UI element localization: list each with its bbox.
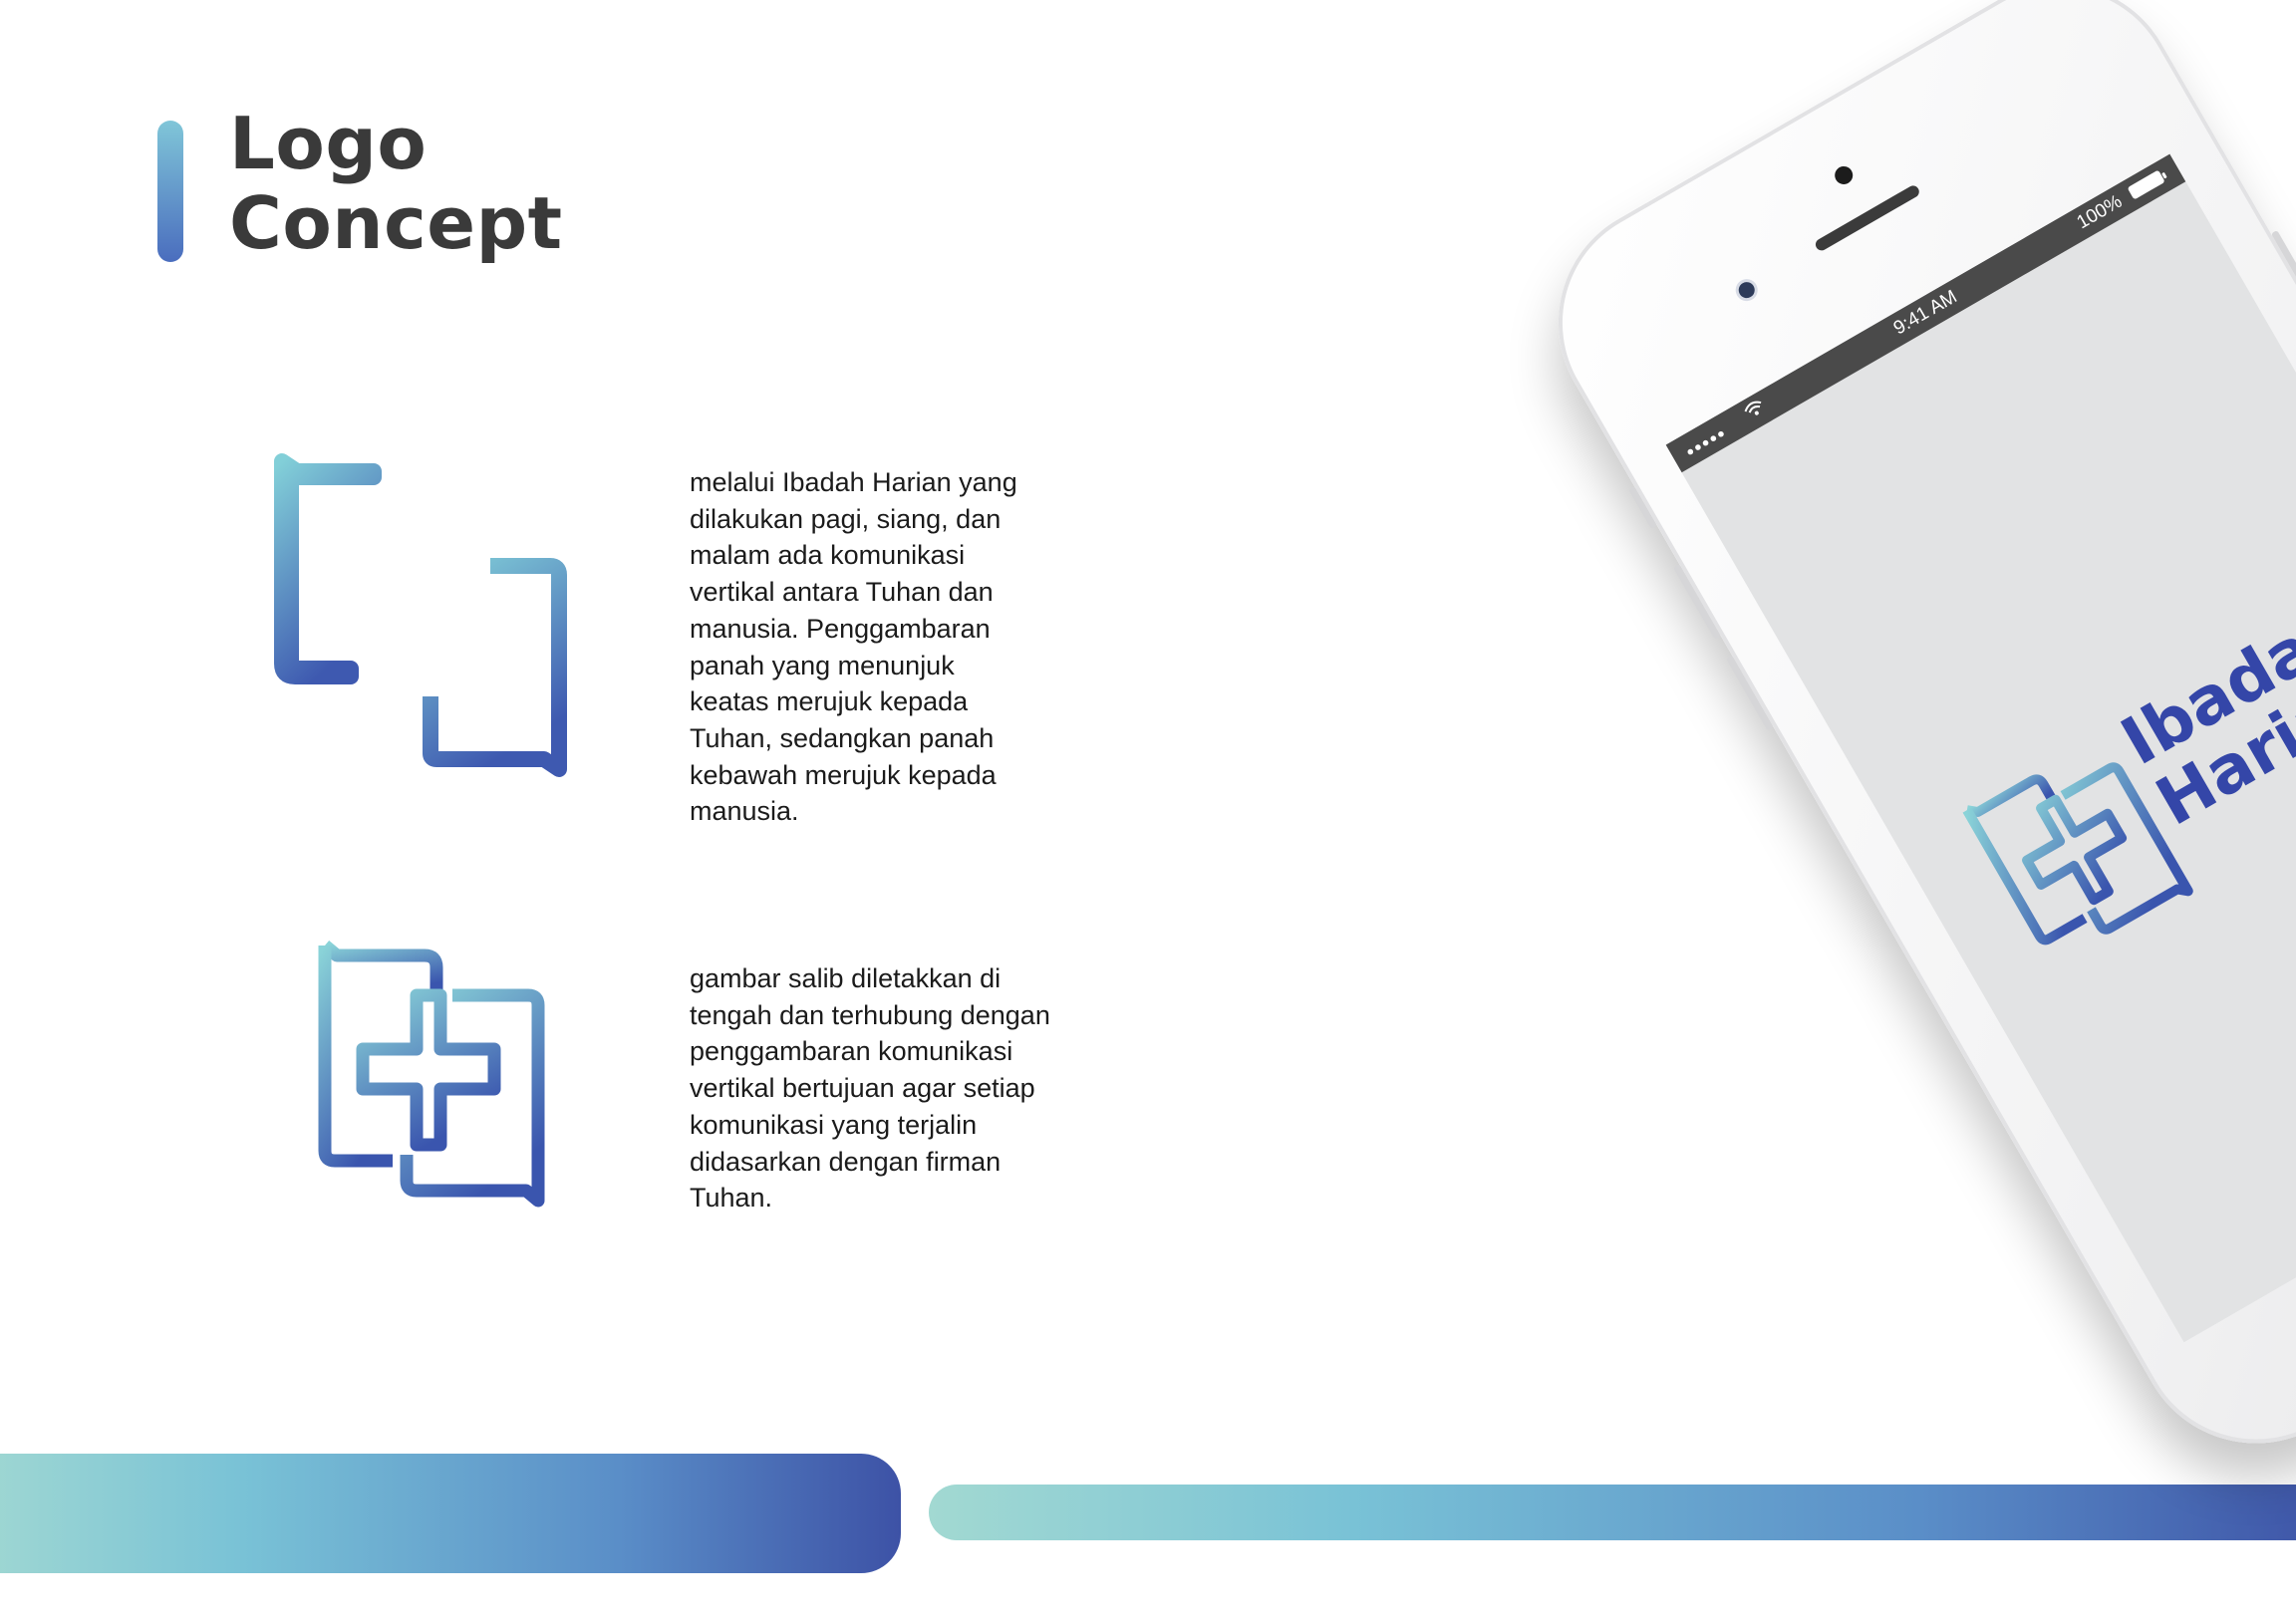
phone-body — [1515, 0, 2296, 1488]
chat-bubbles-arrows-icon — [274, 453, 567, 777]
concept-1-description: melalui Ibadah Harian yang dilakukan pag… — [690, 467, 1017, 827]
bottom-gradient-band-left — [0, 1454, 901, 1573]
title-accent-bar — [157, 121, 183, 262]
chat-bubbles-cross-icon — [318, 941, 545, 1208]
page-title-line-1: Logo — [229, 102, 428, 185]
concept-1-icon — [269, 453, 568, 782]
phone-mockup: ●●●●● 9:41 AM 100% Ibadah Harian — [1515, 0, 2296, 1488]
page-title: Logo Concept — [229, 104, 563, 263]
concept-2-description: gambar salib diletakkan di tengah dan te… — [690, 963, 1050, 1214]
concept-2-icon — [313, 940, 552, 1209]
page-title-line-2: Concept — [229, 181, 563, 265]
bottom-gradient-band-right — [929, 1485, 2296, 1540]
